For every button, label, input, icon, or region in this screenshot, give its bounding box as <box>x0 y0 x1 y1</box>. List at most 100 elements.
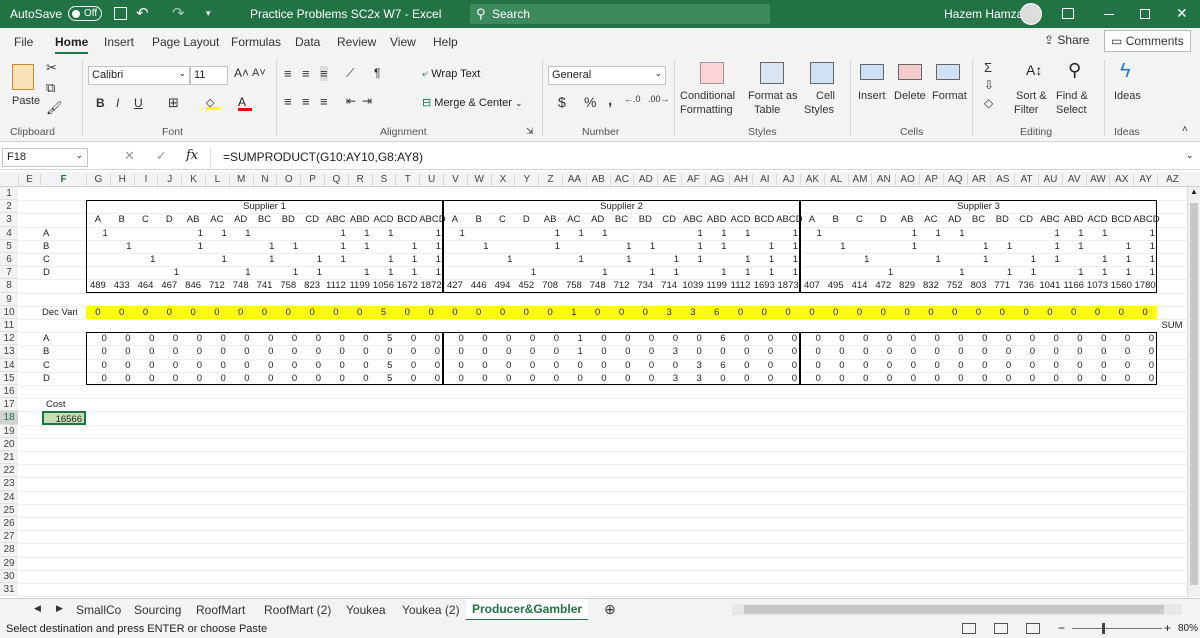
customize-toolbar-icon[interactable]: ▾ <box>206 8 211 19</box>
column-header[interactable]: AC <box>609 174 634 185</box>
flow-cell[interactable]: 0 <box>800 345 824 358</box>
decision-cell[interactable]: 0 <box>514 306 538 319</box>
row-header[interactable]: 24 <box>0 490 18 504</box>
incidence-cell[interactable]: 1 <box>467 240 491 253</box>
incidence-cell[interactable]: 1 <box>1133 266 1157 279</box>
column-header[interactable]: Y <box>514 174 538 185</box>
incidence-cell[interactable]: 1 <box>633 240 657 253</box>
item-label[interactable]: C <box>40 253 86 266</box>
incidence-cell[interactable]: 1 <box>967 240 991 253</box>
flow-cell[interactable]: 0 <box>610 332 634 345</box>
flow-cell[interactable]: 0 <box>134 345 158 358</box>
incidence-cell[interactable]: 1 <box>752 240 776 253</box>
column-header[interactable]: AH <box>728 174 753 185</box>
flow-cell[interactable]: 0 <box>752 332 776 345</box>
currency-button[interactable]: $ <box>558 94 566 110</box>
bundle-header[interactable]: CD <box>1014 213 1038 226</box>
bundle-header[interactable]: ABC <box>1038 213 1062 226</box>
scroll-thumb[interactable] <box>1190 203 1198 585</box>
decrease-decimal-icon[interactable]: .00→ <box>648 94 670 104</box>
flow-cell[interactable]: 0 <box>253 359 277 372</box>
incidence-cell[interactable]: 1 <box>253 240 277 253</box>
flow-cell[interactable]: 0 <box>443 359 467 372</box>
bundle-header[interactable]: C <box>491 213 515 226</box>
incidence-cell[interactable]: 1 <box>205 227 229 240</box>
bundle-header[interactable]: BCD <box>752 213 776 226</box>
flow-cell[interactable]: 0 <box>1086 345 1110 358</box>
ideas-button[interactable]: ϟ Ideas <box>1110 60 1150 120</box>
bundle-header[interactable]: BD <box>276 213 300 226</box>
flow-cell[interactable]: 0 <box>1014 332 1038 345</box>
flow-cell[interactable]: 0 <box>1062 332 1086 345</box>
row-header[interactable]: 23 <box>0 477 18 491</box>
flow-cell[interactable]: 0 <box>729 372 753 385</box>
flow-cell[interactable]: 0 <box>681 345 705 358</box>
bundle-header[interactable]: ACD <box>1086 213 1110 226</box>
price-cell[interactable]: 1780 <box>1133 279 1157 292</box>
flow-cell[interactable]: 0 <box>1014 345 1038 358</box>
flow-cell[interactable]: 1 <box>562 345 586 358</box>
tab-insert[interactable]: Insert <box>104 35 134 49</box>
flow-cell[interactable]: 6 <box>705 332 729 345</box>
price-cell[interactable]: 452 <box>514 279 538 292</box>
incidence-cell[interactable]: 1 <box>324 240 348 253</box>
flow-cell[interactable]: 3 <box>681 359 705 372</box>
flow-cell[interactable]: 0 <box>919 345 943 358</box>
bundle-header[interactable]: ABD <box>348 213 372 226</box>
incidence-cell[interactable]: 1 <box>681 253 705 266</box>
increase-indent-icon[interactable]: ⇥ <box>362 94 372 108</box>
decision-cell[interactable]: 0 <box>633 306 657 319</box>
flow-cell[interactable]: 0 <box>276 332 300 345</box>
flow-cell[interactable]: 0 <box>967 345 991 358</box>
flow-cell[interactable]: 0 <box>586 345 610 358</box>
worksheet-grid[interactable]: E F G H I J K L M N O P Q R S T U V W X Y Z AA AB AC AD AE AF AG AH AI… <box>0 172 1200 597</box>
incidence-cell[interactable]: 1 <box>205 253 229 266</box>
cost-label[interactable]: Cost <box>40 398 86 411</box>
incidence-cell[interactable]: 1 <box>633 266 657 279</box>
decision-cell[interactable]: 0 <box>848 306 872 319</box>
column-header[interactable]: F <box>40 174 86 185</box>
column-header[interactable]: T <box>395 174 419 185</box>
flow-cell[interactable]: 0 <box>990 345 1014 358</box>
find-select-button[interactable]: ⚲ Find & Select <box>1056 60 1100 122</box>
flow-cell[interactable]: 0 <box>348 359 372 372</box>
sheet-tab-youkea-2[interactable]: Youkea (2) <box>402 603 460 617</box>
flow-cell[interactable]: 0 <box>705 345 729 358</box>
price-cell[interactable]: 1056 <box>372 279 396 292</box>
decision-cell[interactable]: 0 <box>776 306 800 319</box>
flow-cell[interactable]: 0 <box>491 359 515 372</box>
flow-cell[interactable]: 0 <box>919 332 943 345</box>
incidence-cell[interactable]: 1 <box>110 240 134 253</box>
row-header[interactable]: 2 <box>0 200 18 214</box>
comments-button[interactable]: ▭ Comments <box>1104 30 1191 52</box>
price-cell[interactable]: 414 <box>848 279 872 292</box>
flow-cell[interactable]: 0 <box>824 359 848 372</box>
column-header[interactable]: AY <box>1133 174 1157 185</box>
decision-cell[interactable]: 0 <box>300 306 324 319</box>
incidence-cell[interactable]: 1 <box>372 253 396 266</box>
decision-cell[interactable]: 0 <box>467 306 491 319</box>
column-header[interactable]: Z <box>538 174 562 185</box>
price-cell[interactable]: 846 <box>181 279 205 292</box>
incidence-cell[interactable]: 1 <box>1038 253 1062 266</box>
scroll-up-icon[interactable]: ▲ <box>1190 187 1198 196</box>
incidence-cell[interactable]: 1 <box>562 253 586 266</box>
decision-cell[interactable]: 0 <box>181 306 205 319</box>
flow-cell[interactable]: 0 <box>967 372 991 385</box>
align-left-icon[interactable]: ≡ <box>284 94 292 109</box>
flow-cell[interactable]: 0 <box>253 332 277 345</box>
flow-cell[interactable]: 0 <box>729 345 753 358</box>
format-cells-button[interactable]: Format <box>930 60 970 110</box>
flow-cell[interactable]: 0 <box>253 372 277 385</box>
decision-cell[interactable]: 0 <box>324 306 348 319</box>
flow-cell[interactable]: 0 <box>300 372 324 385</box>
flow-cell[interactable]: 0 <box>514 359 538 372</box>
item-label[interactable]: A <box>40 227 86 240</box>
flow-cell[interactable]: 0 <box>657 359 681 372</box>
incidence-cell[interactable]: 1 <box>1038 227 1062 240</box>
fill-icon[interactable]: ⇩ <box>984 78 994 92</box>
restore-icon[interactable] <box>1140 9 1150 19</box>
row-header[interactable]: 16 <box>0 385 18 399</box>
price-cell[interactable]: 708 <box>538 279 562 292</box>
row-header[interactable]: 20 <box>0 437 18 451</box>
